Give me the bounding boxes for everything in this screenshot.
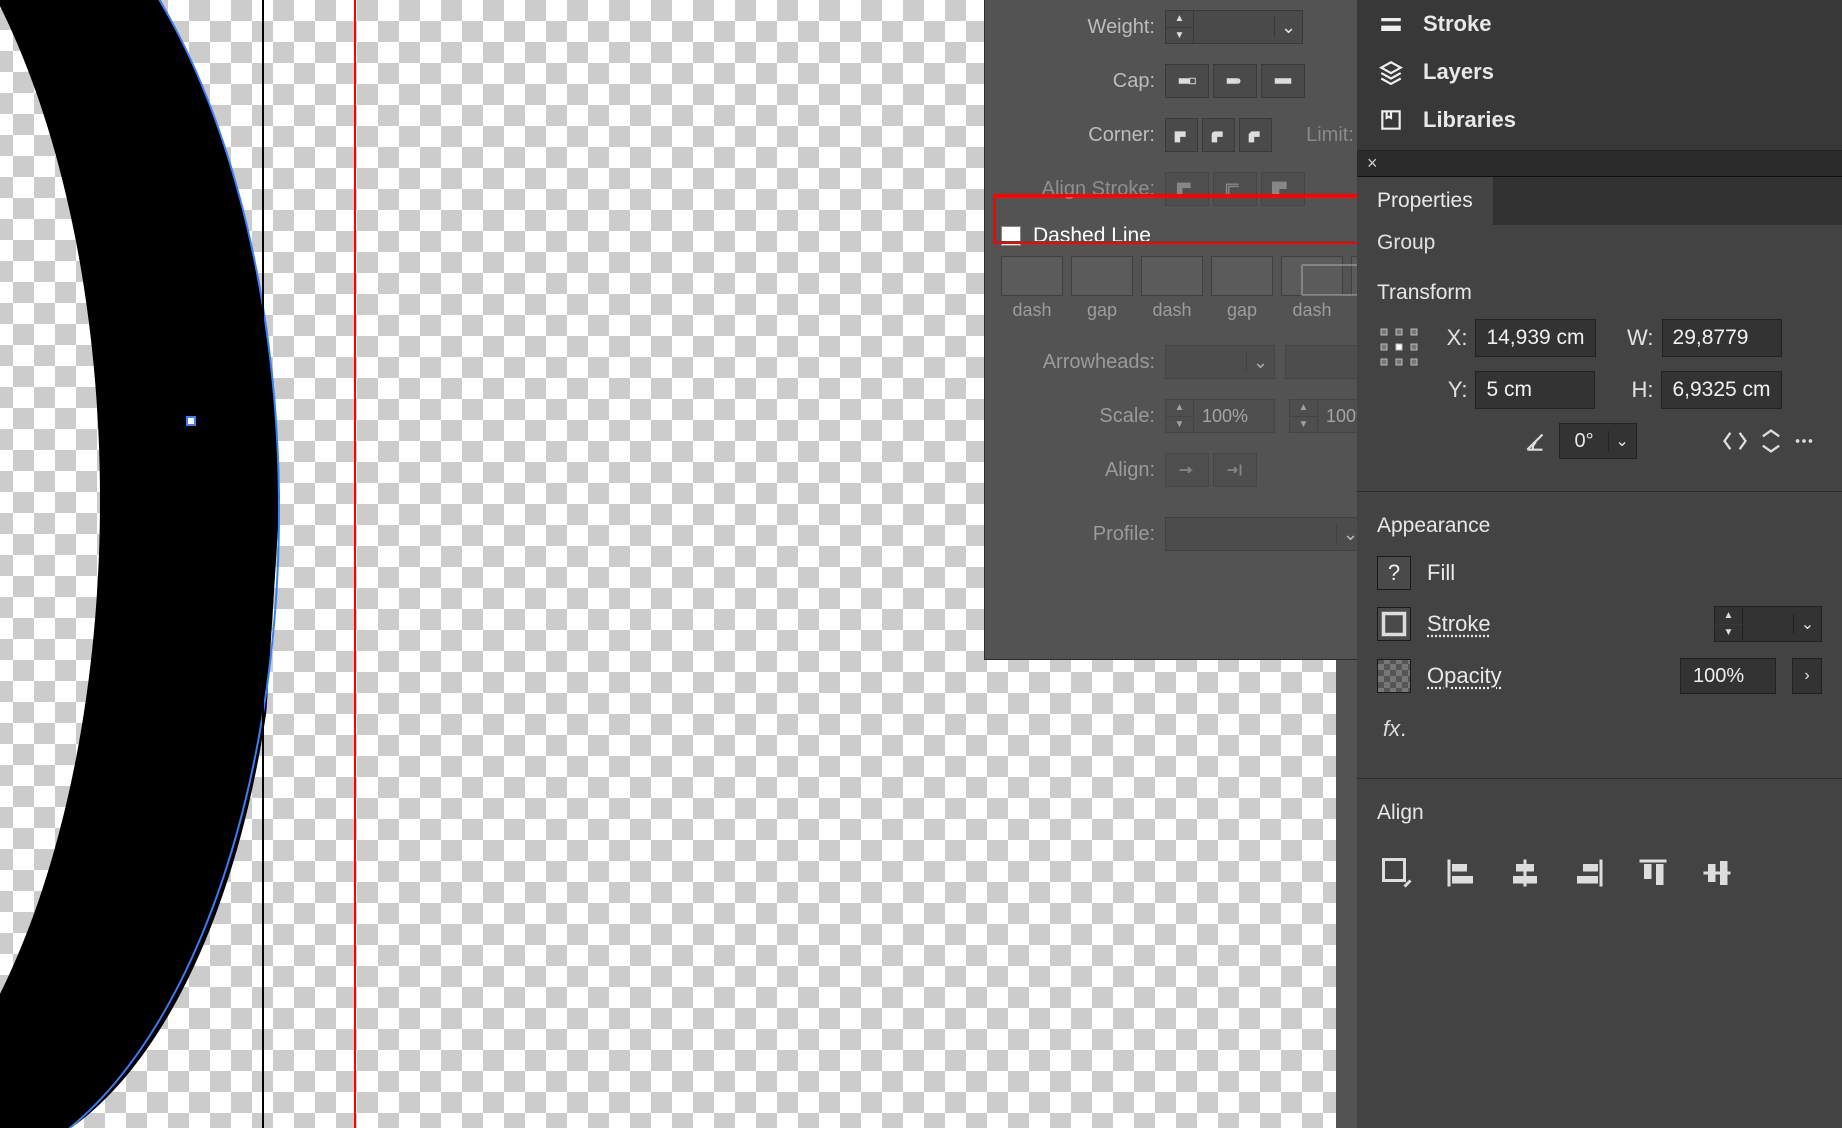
arrow-align-extend-icon <box>1176 459 1198 481</box>
properties-tab[interactable]: Properties <box>1357 177 1493 225</box>
cap-butt-icon <box>1176 70 1198 92</box>
libraries-panel-icon <box>1377 106 1405 134</box>
guide-vertical-2[interactable] <box>354 0 356 1128</box>
flip-horizontal-button[interactable] <box>1721 427 1749 455</box>
dash-col-label: dash <box>1281 300 1343 321</box>
arrow-align-label: Align: <box>997 459 1165 482</box>
reference-point-selector[interactable] <box>1377 325 1421 369</box>
stroke-appearance-label[interactable]: Stroke <box>1427 611 1517 637</box>
gap-input-2[interactable] <box>1211 256 1273 296</box>
panel-tab-stroke-label: Stroke <box>1423 11 1491 37</box>
align-vcenter-button[interactable] <box>1699 855 1735 891</box>
cap-projecting-icon <box>1272 70 1294 92</box>
cap-round-icon <box>1224 70 1246 92</box>
opacity-swatch[interactable] <box>1377 659 1411 693</box>
h-label: H: <box>1621 377 1653 403</box>
arrowhead-start-field[interactable]: ⌄ <box>1165 345 1275 379</box>
dash-input-2[interactable] <box>1141 256 1203 296</box>
arrow-align-path-end-icon <box>1224 459 1246 481</box>
effects-button[interactable]: fx. <box>1357 702 1842 756</box>
guide-vertical-1[interactable] <box>262 0 264 1128</box>
properties-tab-bar: Properties <box>1357 177 1842 225</box>
fill-label: Fill <box>1427 560 1517 586</box>
panel-tab-libraries-label: Libraries <box>1423 107 1516 133</box>
corner-bevel-icon <box>1245 124 1267 146</box>
align-right-button[interactable] <box>1571 855 1607 891</box>
profile-label: Profile: <box>997 523 1165 546</box>
panel-close-button[interactable]: × <box>1357 151 1842 177</box>
scale-label: Scale: <box>997 405 1165 428</box>
opacity-more-button[interactable]: › <box>1792 658 1822 694</box>
corner-miter-button[interactable] <box>1165 118 1198 152</box>
selection-type: Group <box>1357 225 1842 277</box>
reference-point-icon <box>1377 325 1421 369</box>
y-label: Y: <box>1435 377 1467 403</box>
limit-label: Limit: <box>1306 124 1354 147</box>
arrowheads-label: Arrowheads: <box>997 351 1165 374</box>
dash-input-1[interactable] <box>1001 256 1063 296</box>
stroke-weight-field[interactable]: ▲▼ ⌄ <box>1714 606 1822 642</box>
flip-vertical-button[interactable] <box>1757 427 1785 455</box>
opacity-label[interactable]: Opacity <box>1427 663 1517 689</box>
x-label: X: <box>1435 325 1467 351</box>
transform-title: Transform <box>1357 277 1842 315</box>
corner-label: Corner: <box>997 124 1165 147</box>
right-panel-column: Stroke Layers Libraries × Properties Gro… <box>1357 0 1842 1128</box>
align-top-button[interactable] <box>1635 855 1671 891</box>
gap-col-label: gap <box>1071 300 1133 321</box>
opacity-input[interactable]: 100% <box>1680 658 1776 694</box>
weight-dropdown[interactable]: ⌄ <box>1274 17 1302 38</box>
more-options-button[interactable] <box>1793 430 1815 452</box>
y-input[interactable]: 5 cm <box>1475 371 1595 409</box>
collapsed-panel-list: Stroke Layers Libraries <box>1357 0 1842 151</box>
fill-swatch[interactable]: ? <box>1377 556 1411 590</box>
corner-bevel-button[interactable] <box>1239 118 1272 152</box>
w-label: W: <box>1622 325 1654 351</box>
close-icon: × <box>1367 153 1378 174</box>
rotate-input[interactable]: 0° ⌄ <box>1559 423 1636 459</box>
stroke-panel-icon <box>1377 10 1405 38</box>
profile-field[interactable]: ⌄ <box>1165 517 1365 551</box>
gap-input-1[interactable] <box>1071 256 1133 296</box>
x-input[interactable]: 14,939 cm <box>1475 319 1595 357</box>
artboard-edge <box>1336 660 1357 1128</box>
w-input[interactable]: 29,8779 <box>1662 319 1782 357</box>
corner-round-icon <box>1208 124 1230 146</box>
cap-butt-button[interactable] <box>1165 64 1209 98</box>
appearance-title: Appearance <box>1357 514 1842 548</box>
cap-projecting-button[interactable] <box>1261 64 1305 98</box>
cap-round-button[interactable] <box>1213 64 1257 98</box>
stroke-swatch[interactable] <box>1377 607 1411 641</box>
weight-stepper[interactable]: ▲▼ <box>1166 10 1194 44</box>
stroke-swatch-icon <box>1380 610 1408 638</box>
weight-label: Weight: <box>997 16 1165 39</box>
align-hcenter-button[interactable] <box>1507 855 1543 891</box>
panel-tab-libraries[interactable]: Libraries <box>1357 96 1842 144</box>
panel-tab-layers[interactable]: Layers <box>1357 48 1842 96</box>
panel-tab-stroke[interactable]: Stroke <box>1357 0 1842 48</box>
dash-col-label: dash <box>1141 300 1203 321</box>
align-to-button[interactable] <box>1379 855 1415 891</box>
arrow-align-path-end-button[interactable] <box>1213 453 1257 487</box>
weight-field[interactable]: ▲▼ ⌄ <box>1165 10 1303 44</box>
h-input[interactable]: 6,9325 cm <box>1661 371 1781 409</box>
rotate-icon <box>1523 428 1549 454</box>
align-left-button[interactable] <box>1443 855 1479 891</box>
panel-tab-layers-label: Layers <box>1423 59 1494 85</box>
corner-round-button[interactable] <box>1202 118 1235 152</box>
dash-col-label: dash <box>1001 300 1063 321</box>
arrow-align-extend-button[interactable] <box>1165 453 1209 487</box>
scale-start-field[interactable]: ▲▼ 100% <box>1165 399 1275 433</box>
cap-label: Cap: <box>997 70 1165 93</box>
gap-col-label: gap <box>1211 300 1273 321</box>
scale-start-value[interactable]: 100% <box>1194 406 1274 427</box>
layers-panel-icon <box>1377 58 1405 86</box>
corner-miter-icon <box>1171 124 1193 146</box>
align-title: Align <box>1357 801 1842 835</box>
anchor-point[interactable] <box>186 416 196 426</box>
